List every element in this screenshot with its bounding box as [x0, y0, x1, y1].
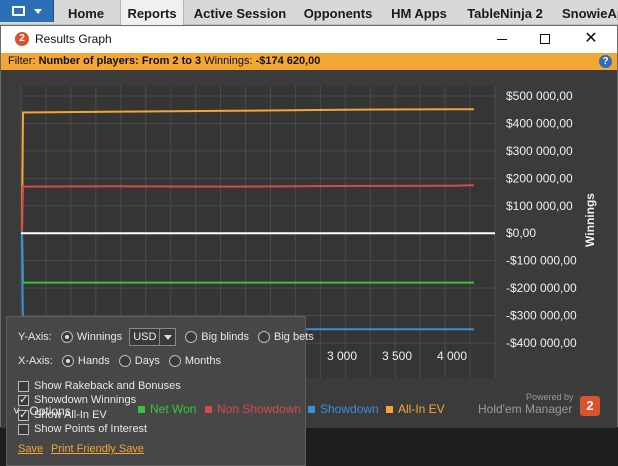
x-tick-label: 3 000 — [327, 349, 357, 363]
filter-winnings-value: -$174 620,00 — [255, 55, 321, 67]
window-icon — [12, 6, 25, 16]
days-label: Days — [134, 355, 160, 367]
months-radio[interactable] — [168, 355, 181, 368]
rakeback-label: Show Rakeback and Bonuses — [34, 380, 181, 392]
legend-showdown: Showdown — [308, 402, 379, 416]
y-tick-label: $0,00 — [506, 226, 536, 240]
print-friendly-save-link[interactable]: Print Friendly Save — [51, 443, 144, 455]
y-tick-label: $100 000,00 — [506, 199, 573, 213]
y-tick-label: $500 000,00 — [506, 89, 573, 103]
maximize-icon — [540, 34, 550, 44]
window-title: Results Graph — [35, 32, 112, 46]
options-panel: Y-Axis: Winnings USD Big blinds Big bets… — [6, 316, 314, 466]
tab-hm-apps[interactable]: HM Apps — [386, 0, 452, 25]
legend-net-won: Net Won — [138, 402, 196, 416]
hm-logo-icon: 2 — [580, 396, 600, 416]
chevron-down-icon — [159, 329, 175, 345]
legend-non-showdown: Non Showdown — [205, 402, 301, 416]
hands-radio[interactable] — [61, 355, 74, 368]
legend-label: Non Showdown — [217, 402, 302, 416]
graph-area: $500 000,00 $400 000,00 $300 000,00 $200 00… — [1, 70, 617, 466]
y-tick-label: -$300 000,00 — [506, 309, 577, 323]
filter-winnings-label: Winnings: — [204, 55, 253, 67]
big-bets-label: Big bets — [274, 330, 314, 343]
rakeback-checkbox[interactable] — [18, 380, 29, 392]
minimize-button[interactable] — [479, 26, 525, 53]
x-axis-label: X-Axis: — [18, 355, 53, 367]
y-tick-label: -$400 000,00 — [506, 336, 577, 350]
legend-swatch — [138, 406, 145, 414]
brand-name: Hold'em Manager — [478, 402, 573, 416]
bottom-bar: ˅ Options Net Won Non Showdown Showdown … — [1, 392, 617, 427]
options-toggle-button[interactable]: ˅ Options — [13, 404, 71, 418]
x-tick-label: 4 000 — [437, 349, 467, 363]
app-top-bar: Home Reports Active Session Opponents HM… — [0, 0, 618, 25]
y-axis-row: Y-Axis: Winnings USD Big blinds Big bets — [18, 328, 314, 346]
legend-allin-ev: All-In EV — [386, 402, 445, 416]
legend-swatch — [386, 406, 393, 414]
close-button[interactable]: ✕ — [568, 26, 614, 53]
app-menu-button[interactable] — [0, 0, 54, 22]
legend-swatch — [308, 406, 315, 414]
currency-value: USD — [133, 331, 157, 343]
help-icon[interactable]: ? — [599, 55, 612, 68]
maximize-button[interactable] — [522, 26, 568, 53]
y-tick-label: -$100 000,00 — [506, 254, 577, 268]
legend-swatch — [205, 406, 212, 414]
big-blinds-radio[interactable] — [185, 331, 198, 343]
tab-snowieapp[interactable]: SnowieAp — [556, 0, 618, 25]
tab-home[interactable]: Home — [58, 0, 114, 25]
days-radio[interactable] — [118, 355, 131, 368]
filter-condition: Number of players: From 2 to 3 — [38, 55, 202, 67]
filter-bar: Filter: Number of players: From 2 to 3 W… — [1, 53, 617, 70]
chevron-down-icon: ˅ — [13, 404, 21, 418]
y-axis-title: Winnings — [583, 193, 597, 247]
winnings-option-label: Winnings — [76, 330, 123, 343]
y-tick-label: $200 000,00 — [506, 171, 573, 185]
window-title-bar: 2 Results Graph ✕ — [1, 26, 617, 53]
winnings-radio[interactable] — [60, 331, 73, 343]
legend-label: Net Won — [150, 402, 197, 416]
chevron-down-icon — [34, 9, 42, 14]
x-tick-label: 3 500 — [382, 349, 412, 363]
tab-opponents[interactable]: Opponents — [298, 0, 378, 25]
tab-reports[interactable]: Reports — [120, 0, 184, 25]
tab-active-session[interactable]: Active Session — [192, 0, 288, 25]
y-tick-label: $300 000,00 — [506, 144, 573, 158]
months-label: Months — [184, 355, 221, 367]
big-blinds-label: Big blinds — [201, 330, 249, 343]
results-graph-window: 2 Results Graph ✕ Filter: Number of play… — [0, 25, 618, 466]
legend-label: All-In EV — [398, 402, 445, 416]
x-axis-row: X-Axis: Hands Days Months — [18, 353, 221, 369]
minimize-icon — [497, 39, 507, 40]
y-tick-label: -$200 000,00 — [506, 281, 577, 295]
filter-prefix: Filter: — [8, 55, 36, 67]
save-link[interactable]: Save — [18, 443, 43, 455]
hands-label: Hands — [77, 355, 110, 367]
currency-select[interactable]: USD — [129, 328, 177, 346]
legend-label: Showdown — [320, 402, 379, 416]
y-tick-label: $400 000,00 — [506, 116, 573, 130]
hm-logo-icon: 2 — [15, 32, 29, 46]
big-bets-radio[interactable] — [258, 331, 271, 343]
powered-by-text: Powered by — [526, 392, 574, 402]
options-button-label: Options — [29, 404, 71, 418]
y-axis-label: Y-Axis: — [18, 330, 52, 343]
tab-tableninja[interactable]: TableNinja 2 — [462, 0, 548, 25]
